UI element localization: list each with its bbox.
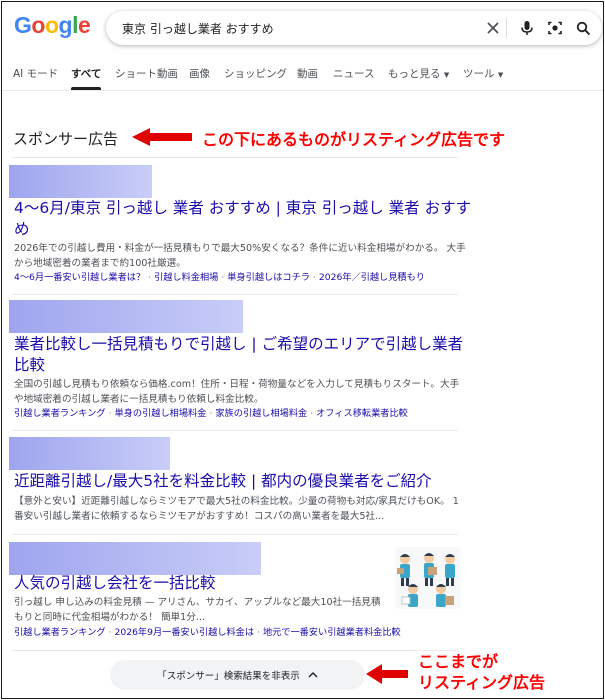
- sitelink[interactable]: 単身の引越し相場料金: [115, 408, 207, 419]
- sponsored-heading: スポンサー広告: [13, 130, 119, 148]
- chevron-up-icon: [308, 670, 318, 681]
- tab-short-videos[interactable]: ショート動画: [115, 66, 178, 81]
- tab-shopping[interactable]: ショッピング: [224, 66, 287, 81]
- close-icon[interactable]: [484, 19, 502, 37]
- ad-description: 引っ越し 申し込みの料金見積 — アリさん、サカイ、アップルなど最大10社一括見…: [14, 597, 381, 608]
- divider: [12, 650, 458, 651]
- sitelink-separator: ·: [312, 272, 316, 283]
- search-query[interactable]: 東京 引っ越し業者 おすすめ: [122, 20, 274, 37]
- divider: [12, 430, 458, 431]
- ad-thumbnail[interactable]: [395, 547, 461, 609]
- sitelink-separator: ·: [108, 408, 112, 419]
- ad-sitelinks: 4〜6月一番安い引越し業者は？ · 引越し料金相場 · 単身引越しはコチラ · 2026年／…: [14, 271, 425, 285]
- sitelink[interactable]: 単身引越しはコチラ: [227, 272, 310, 283]
- chevron-down-icon: ▼: [443, 71, 450, 79]
- sitelink-separator: ·: [209, 408, 213, 419]
- ad-title-line1[interactable]: 4〜6月/東京 引っ越し 業者 おすすめ | 東京 引っ越し 業者 おすす: [14, 198, 471, 219]
- search-icon[interactable]: [574, 19, 592, 37]
- sitelink[interactable]: 家族の引越し相場料金: [215, 408, 307, 419]
- blurred-advertiser: [9, 300, 243, 333]
- tabs-divider: [2, 90, 603, 91]
- ad-title-line2[interactable]: 比較: [14, 355, 45, 376]
- sitelink[interactable]: オフィス移転業者比較: [316, 408, 408, 419]
- tab-videos[interactable]: 動画: [297, 66, 318, 81]
- sitelink[interactable]: 引越し料金相場: [154, 272, 218, 283]
- ad-title-line2[interactable]: め: [14, 219, 30, 240]
- sitelink[interactable]: 引越し業者ランキング: [14, 408, 106, 419]
- blurred-advertiser: [9, 542, 261, 575]
- ad-title-line1[interactable]: 近距離引越し/最大5社を料金比較 | 都内の優良業者をご紹介: [14, 471, 432, 492]
- divider: [12, 534, 458, 535]
- sitelink[interactable]: 2026年／引越し見積もり: [319, 272, 425, 283]
- search-divider: [506, 19, 507, 37]
- ad-description: 全国の引越し見積もり依頼なら価格.com！住所・日程・荷物量などを入力して見積も…: [14, 379, 460, 390]
- chevron-down-icon: ▼: [497, 71, 504, 79]
- search-tabs: AI モード すべて ショート動画 画像 ショッピング 動画 ニュース もっと見…: [2, 62, 603, 90]
- lens-icon[interactable]: [546, 19, 564, 37]
- tab-ai-mode[interactable]: AI モード: [13, 66, 58, 81]
- ad-description: 番安い引越し業者に依頼するならミツモアがおすすめ！コスパの高い業者を最大5社..…: [14, 511, 385, 522]
- hide-sponsored-label: 「スポンサー」検索結果を非表示: [157, 671, 300, 682]
- google-logo[interactable]: Google: [14, 12, 91, 39]
- sitelink[interactable]: 地元で一番安い引越業者料金比較: [263, 627, 401, 638]
- hide-sponsored-button[interactable]: 「スポンサー」検索結果を非表示: [110, 660, 365, 690]
- annotation-bottom-line2: リスティング広告: [418, 673, 546, 692]
- ad-description: もりと同時に代金相場がわかる！ 簡単1分...: [14, 612, 205, 623]
- sitelink[interactable]: 4〜6月一番安い引越し業者は？: [14, 272, 145, 283]
- tab-news[interactable]: ニュース: [333, 66, 374, 81]
- ad-title-line1[interactable]: 業者比較し一括見積もりで引越し | ご希望のエリアで引越し業者: [14, 334, 463, 355]
- arrow-left-icon: [366, 664, 408, 684]
- divider: [12, 294, 458, 295]
- sitelink-separator: ·: [108, 627, 112, 638]
- sitelink[interactable]: 2026年9月一番安い引越し料金は: [115, 627, 254, 638]
- sitelink[interactable]: 引越し業者ランキング: [14, 627, 106, 638]
- page-frame: Google 東京 引っ越し業者 おすすめ AI モード すべて ショート動画 …: [1, 1, 604, 699]
- tab-more[interactable]: もっと見る ▼: [388, 66, 449, 81]
- tab-all[interactable]: すべて: [71, 66, 101, 81]
- sitelink-separator: ·: [310, 408, 314, 419]
- mic-icon[interactable]: [518, 19, 536, 37]
- ad-sitelinks: 引越し業者ランキング · 単身の引越し相場料金 · 家族の引越し相場料金 · オフィス移転業…: [14, 407, 408, 421]
- tab-more-label: もっと見る: [388, 68, 441, 80]
- sitelink-separator: ·: [221, 272, 225, 283]
- ad-sitelinks: 引越し業者ランキング · 2026年9月一番安い引越し料金は · 地元で一番安い引越業者…: [14, 626, 401, 640]
- ad-description: 2026年での引越し費用・料金が一括見積もりで最大50%安くなる？条件に近い料金…: [14, 243, 466, 254]
- ad-description: 【意外と安い】近距離引越しならミツモアで最大5社の料金比較。少量の荷物も対応/家…: [14, 496, 459, 507]
- ad-description: や地域密着の引越し業者に一括見積もり依頼し料金比較。: [14, 394, 264, 405]
- sitelink-separator: ·: [148, 272, 152, 283]
- annotation-top: この下にあるものがリスティング広告です: [202, 130, 506, 149]
- ad-title-line1[interactable]: 人気の引越し会社を一括比較: [14, 573, 216, 594]
- arrow-left-icon: [132, 128, 192, 146]
- blurred-advertiser: [9, 165, 152, 198]
- search-box[interactable]: 東京 引っ越し業者 おすすめ: [106, 11, 602, 45]
- divider: [12, 157, 458, 158]
- tab-tools-label: ツール: [463, 68, 495, 80]
- tab-tools[interactable]: ツール ▼: [463, 66, 503, 81]
- tab-images[interactable]: 画像: [189, 66, 210, 81]
- sitelink-separator: ·: [257, 627, 260, 638]
- ad-description: から地域密着の業者まで約100社厳選。: [14, 258, 186, 269]
- blurred-advertiser: [9, 437, 170, 470]
